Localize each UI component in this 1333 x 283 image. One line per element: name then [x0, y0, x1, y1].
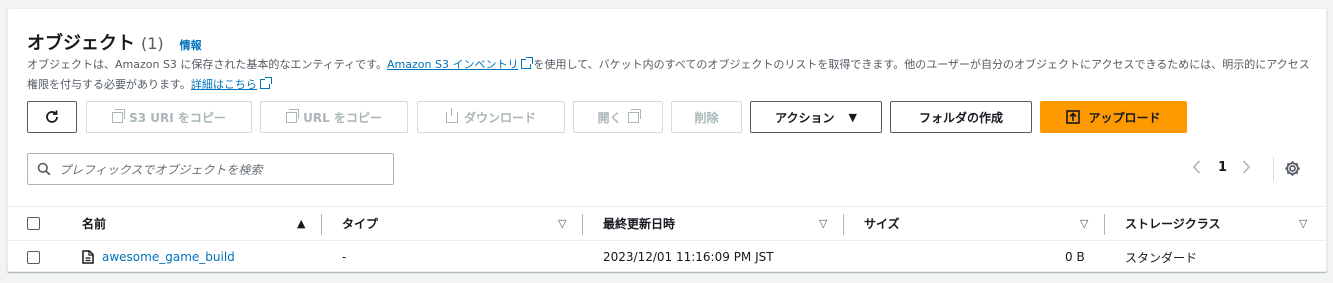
column-header-storage-class[interactable]: ストレージクラス	[1125, 207, 1221, 240]
info-link[interactable]: 情報	[180, 37, 202, 53]
learn-more-link[interactable]: 詳細はこちら	[191, 78, 257, 91]
actions-dropdown[interactable]: アクション ▼	[750, 101, 882, 133]
column-separator[interactable]	[321, 214, 322, 235]
file-icon	[82, 250, 94, 264]
table-row[interactable]: awesome_game_build - 2023/12/01 11:16:09…	[8, 241, 1326, 273]
upload-label: アップロード	[1088, 110, 1161, 125]
sort-ascending-icon[interactable]: ▲	[297, 217, 305, 230]
refresh-button[interactable]	[27, 101, 77, 133]
type-cell: -	[342, 250, 347, 264]
panel-description: オブジェクトは、Amazon S3 に保存された基本的なエンティティです。Ama…	[27, 55, 1312, 95]
actions-label: アクション	[775, 110, 835, 125]
row-checkbox[interactable]	[27, 250, 40, 264]
external-link-icon	[259, 77, 272, 89]
create-folder-label: フォルダの作成	[918, 110, 1003, 125]
row-checkbox-cell	[27, 241, 40, 273]
download-label: ダウンロード	[463, 110, 536, 125]
copy-icon	[112, 108, 126, 123]
copy-url-button[interactable]: URL をコピー	[260, 101, 408, 133]
current-page[interactable]: 1	[1218, 160, 1227, 175]
delete-button[interactable]: 削除	[671, 101, 742, 133]
object-count: (1)	[141, 34, 164, 53]
gear-icon[interactable]	[1284, 160, 1301, 177]
search-input[interactable]: プレフィックスでオブジェクトを検索	[27, 153, 394, 185]
caret-down-icon: ▼	[848, 110, 857, 124]
sort-icon[interactable]: ▽	[1080, 217, 1088, 230]
column-separator[interactable]	[582, 214, 583, 235]
pager-divider	[1273, 157, 1274, 181]
last-modified-cell: 2023/12/01 11:16:09 PM JST	[603, 250, 774, 264]
download-icon	[445, 107, 458, 123]
column-separator[interactable]	[1104, 214, 1105, 235]
objects-panel: オブジェクト (1) 情報 オブジェクトは、Amazon S3 に保存された基本…	[7, 8, 1327, 272]
open-label: 開く	[597, 110, 622, 125]
object-name-link[interactable]: awesome_game_build	[102, 250, 235, 264]
panel-header: オブジェクト (1) 情報	[27, 29, 202, 55]
sort-icon[interactable]: ▽	[558, 217, 566, 230]
column-header-last-modified[interactable]: 最終更新日時	[603, 207, 675, 240]
description-text-1: オブジェクトは、Amazon S3 に保存された基本的なエンティティです。	[27, 58, 388, 71]
refresh-icon	[46, 110, 58, 123]
sort-icon[interactable]: ▽	[1299, 217, 1307, 230]
pagination: 1	[1191, 159, 1252, 175]
copy-url-label: URL をコピー	[303, 110, 382, 125]
open-button[interactable]: 開く	[573, 101, 663, 133]
storage-class-cell: スタンダード	[1125, 250, 1198, 265]
chevron-left-icon[interactable]	[1191, 159, 1203, 175]
inventory-link[interactable]: Amazon S3 インベントリ	[387, 58, 518, 71]
select-all-checkbox-cell	[27, 207, 40, 240]
size-cell: 0 B	[1065, 250, 1085, 264]
page-title: オブジェクト	[27, 33, 135, 54]
create-folder-button[interactable]: フォルダの作成	[890, 101, 1032, 133]
name-cell: awesome_game_build	[82, 241, 235, 273]
objects-table: 名前 ▲ タイプ ▽ 最終更新日時 ▽ サイズ ▽ ストレージクラス ▽ awe…	[8, 206, 1326, 273]
delete-label: 削除	[694, 110, 719, 125]
search-placeholder: プレフィックスでオブジェクトを検索	[59, 162, 263, 177]
chevron-right-icon[interactable]	[1240, 159, 1252, 175]
search-icon	[37, 162, 51, 176]
column-header-name[interactable]: 名前	[82, 207, 106, 240]
sort-icon[interactable]: ▽	[819, 217, 827, 230]
select-all-checkbox[interactable]	[27, 217, 40, 230]
external-link-icon	[521, 57, 534, 69]
download-button[interactable]: ダウンロード	[417, 101, 565, 133]
copy-s3-uri-button[interactable]: S3 URI をコピー	[86, 101, 252, 133]
column-header-type[interactable]: タイプ	[342, 207, 378, 240]
upload-button[interactable]: アップロード	[1040, 101, 1187, 133]
column-separator[interactable]	[843, 214, 844, 235]
table-header: 名前 ▲ タイプ ▽ 最終更新日時 ▽ サイズ ▽ ストレージクラス ▽	[8, 206, 1326, 241]
copy-icon	[286, 108, 300, 123]
copy-s3-uri-label: S3 URI をコピー	[129, 110, 226, 125]
upload-icon	[1066, 110, 1081, 124]
external-link-icon	[627, 108, 641, 123]
column-header-size[interactable]: サイズ	[864, 207, 900, 240]
